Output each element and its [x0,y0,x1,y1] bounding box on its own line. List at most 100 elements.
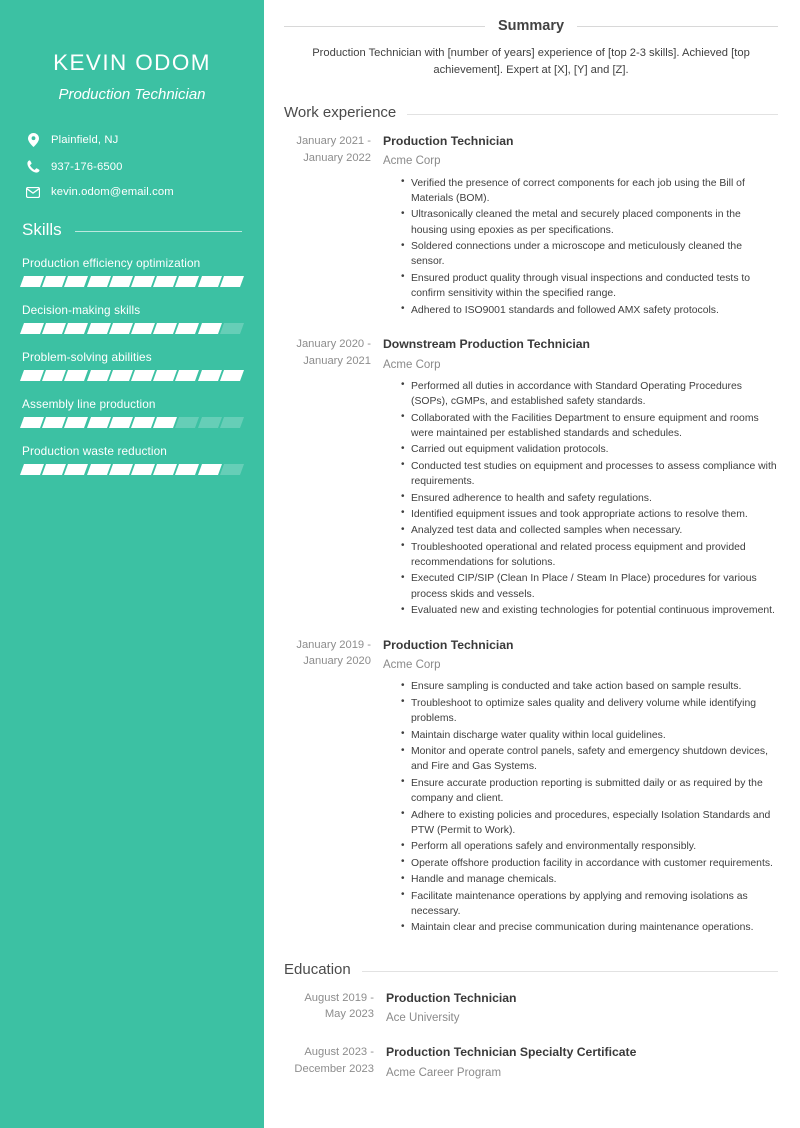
education-section: Education August 2019 - May 2023 Producti… [284,961,778,1082]
entry-body: Production Technician Specialty Certific… [384,1044,778,1081]
entry-bullet: Operate offshore production facility in … [401,855,778,871]
entry-bullet: Collaborated with the Facilities Departm… [401,410,778,442]
skill-label: Problem-solving abilities [22,350,152,364]
skill-rating-segment [131,417,156,428]
skill-rating-segment [42,276,67,287]
skill-rating-segment [175,417,200,428]
education-heading-row: Education [284,961,778,978]
entry-bullet: Conducted test studies on equipment and … [401,458,778,490]
entry-bullet-list: Ensure sampling is conducted and take ac… [383,679,778,935]
skill-rating-segment [175,464,200,475]
entry-body: Production Technician Acme Corp Ensure sam… [381,637,778,937]
skill-rating-segment [86,323,111,334]
entry-company: Acme Corp [383,155,441,168]
entry-bullet: Facilitate maintenance operations by app… [401,888,778,920]
skill-rating-segment [219,417,245,428]
entry-bullet: Perform all operations safely and enviro… [401,839,778,854]
summary-heading: Summary [497,18,565,34]
entry-bullet: Identified equipment issues and took app… [401,506,778,522]
sidebar: KEVIN ODOM Production Technician Plainfi… [0,0,264,1128]
skill-rating-segment [131,276,156,287]
entry-bullet: Ensured product quality through visual i… [401,270,778,302]
skill-rating-bar [19,276,245,287]
summary-heading-row: Summary [284,18,778,34]
envelope-icon [24,186,42,198]
skill-rating-segment [19,417,45,428]
skill-label: Production efficiency optimization [22,256,201,270]
entry-job-title: Production Technician [383,637,514,652]
entry-job-title: Downstream Production Technician [383,337,590,352]
education-list: August 2019 - May 2023 Production Technic… [284,990,778,1082]
work-experience-entry: January 2020 - January 2021 Downstream Pr… [284,336,778,620]
skill-rating-segment [86,417,111,428]
skill-rating-segment [131,323,156,334]
contact-email-value: kevin.odom@email.com [51,186,174,198]
skill-item: Assembly line production [19,397,245,428]
entry-dates: January 2020 - January 2021 [296,338,371,367]
entry-bullet: Soldered connections under a microscope … [401,239,778,270]
skill-rating-segment [219,370,245,381]
education-heading: Education [284,960,351,978]
work-experience-list: January 2021 - January 2022 Production Te… [284,133,778,937]
skill-rating-segment [64,276,89,287]
skill-rating-segment [108,464,134,475]
contact-location[interactable]: Plainfield, NJ [22,133,242,147]
skill-rating-segment [108,417,134,428]
entry-bullet: Executed CIP/SIP (Clean In Place / Steam… [401,571,778,602]
skill-rating-bar [19,464,245,475]
entry-bullet: Monitor and operate control panels, safe… [401,744,778,775]
contact-phone[interactable]: 937-176-6500 [22,160,242,173]
entry-degree-title: Production Technician Specialty Certific… [386,1045,637,1060]
skill-rating-segment [219,323,245,334]
entry-job-title: Production Technician [383,133,514,148]
skill-rating-segment [197,464,222,475]
candidate-job-title: Production Technician [58,86,206,103]
skill-item: Decision-making skills [19,303,245,334]
entry-degree-title: Production Technician [386,990,517,1005]
skills-list: Production efficiency optimization Decisi… [19,256,245,475]
entry-bullet: Verified the presence of correct compone… [401,175,778,207]
skill-rating-segment [153,464,178,475]
main-content: Summary Production Technician with [numb… [264,0,800,1128]
skill-rating-segment [86,370,111,381]
skill-item: Problem-solving abilities [19,350,245,381]
entry-bullet: Handle and manage chemicals. [401,872,778,887]
entry-institution: Ace University [386,1012,460,1025]
entry-institution: Acme Career Program [386,1067,502,1080]
entry-bullet: Analyzed test data and collected samples… [401,523,778,538]
skill-rating-segment [64,370,89,381]
entry-bullet: Troubleshooted operational and related p… [401,539,778,571]
entry-bullet: Performed all duties in accordance with … [401,378,778,410]
skill-rating-segment [64,323,89,334]
entry-dates: August 2023 - December 2023 [294,1046,374,1076]
entry-body: Downstream Production Technician Acme Cor… [381,336,778,620]
skill-rating-segment [42,370,67,381]
entry-bullet: Evaluated new and existing technologies … [401,603,778,618]
entry-bullet: Ensure sampling is conducted and take ac… [401,679,778,694]
entry-bullet: Ensure accurate production reporting is … [401,775,778,807]
skill-item: Production efficiency optimization [19,256,245,287]
work-experience-divider [407,114,778,116]
summary-section: Summary Production Technician with [numb… [284,18,778,80]
entry-bullet: Adhere to existing policies and procedur… [401,807,778,839]
skill-rating-segment [42,323,67,334]
skill-rating-segment [86,464,111,475]
skill-rating-segment [131,464,156,475]
skill-rating-segment [153,276,178,287]
skill-label: Decision-making skills [22,303,141,317]
skill-rating-segment [175,323,200,334]
skill-rating-segment [197,323,222,334]
skill-rating-segment [86,276,111,287]
contact-email[interactable]: kevin.odom@email.com [22,186,242,198]
skill-rating-segment [219,464,245,475]
skill-rating-segment [197,276,222,287]
entry-bullet-list: Verified the presence of correct compone… [383,175,778,319]
skill-rating-segment [108,323,134,334]
skills-heading-divider [74,231,242,232]
entry-bullet: Ensured adherence to health and safety r… [401,490,778,506]
education-entry: August 2019 - May 2023 Production Technic… [284,990,778,1027]
entry-bullet: Troubleshoot to optimize sales quality a… [401,695,778,727]
entry-body: Production Technician Acme Corp Verified t… [381,133,778,319]
skills-heading-row: Skills [22,220,242,240]
skills-section: Skills Production efficiency optimizatio… [19,220,245,475]
